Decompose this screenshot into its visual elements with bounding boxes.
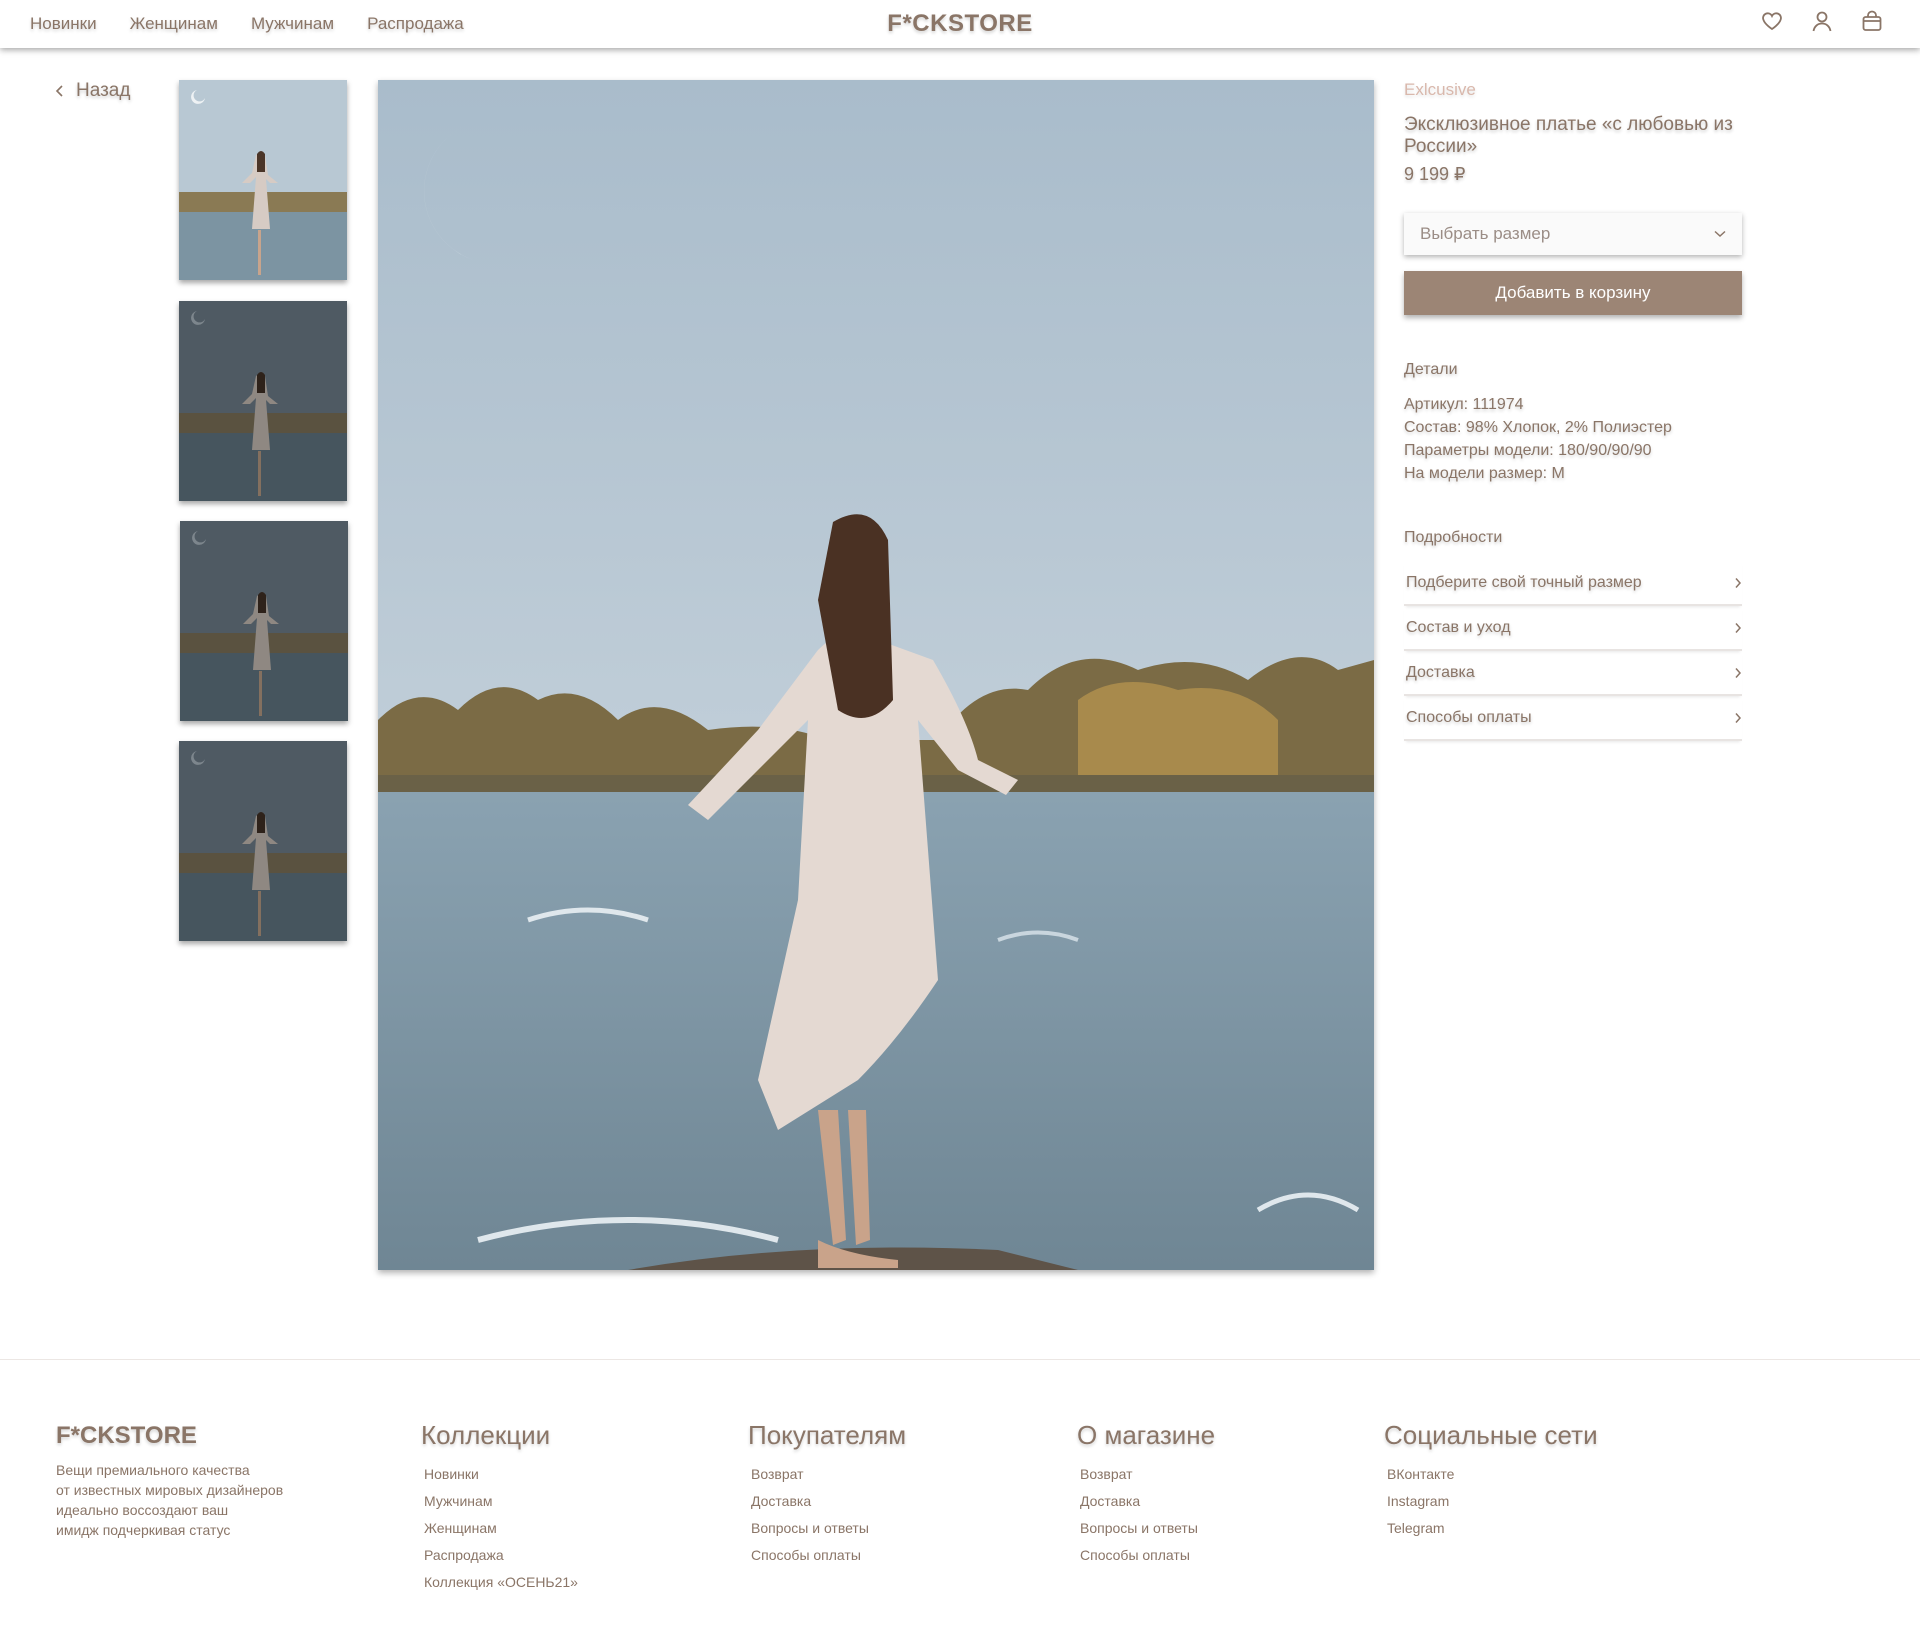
footer-col-title: Покупателям [748,1420,907,1450]
accordion-label: Подберите свой точный размер [1406,573,1642,591]
footer-col-collections: Коллекции Новинки Мужчинам Женщинам Расп… [421,1420,578,1596]
user-icon[interactable] [1810,9,1834,33]
size-select[interactable]: Выбрать размер [1404,213,1742,255]
chevron-down-icon [1714,230,1726,238]
footer-link[interactable]: Распродажа [424,1542,578,1569]
product-thumbnail-image [180,521,348,721]
back-label: Назад [76,80,131,101]
footer-link[interactable]: Коллекция «ОСЕНЬ21» [424,1569,578,1596]
top-header: Новинки Женщинам Мужчинам Распродажа F*C… [0,0,1920,48]
product-thumbnail-image [179,80,347,280]
footer-link[interactable]: Вопросы и ответы [1080,1515,1215,1542]
product-price: 9 199 ₽ [1404,164,1466,184]
nav-sale[interactable]: Распродажа [367,14,464,34]
details-heading: Детали [1404,361,1458,378]
heart-icon[interactable] [1760,9,1784,33]
details-accordion: Подберите свой точный размер Состав и ух… [1404,561,1742,741]
footer-description: Вещи премиального качества от известных … [56,1460,283,1540]
main-product-image [378,80,1374,1270]
chevron-right-icon [1735,577,1742,588]
details-list: Артикул: 111974 Состав: 98% Хлопок, 2% П… [1404,393,1742,485]
nav-women[interactable]: Женщинам [130,14,218,34]
footer-link[interactable]: Доставка [751,1488,906,1515]
footer-col-social: Социальные сети ВКонтакте Instagram Tele… [1384,1420,1598,1542]
footer-link[interactable]: Женщинам [424,1515,578,1542]
footer-description-line: Вещи премиального качества [56,1462,250,1478]
footer-link[interactable]: Возврат [1080,1461,1215,1488]
footer-link[interactable]: Доставка [1080,1488,1215,1515]
thumbnail-2[interactable] [179,301,347,501]
product-thumbnail-image [179,301,347,501]
footer-col-customers: Покупателям Возврат Доставка Вопросы и о… [748,1420,906,1569]
add-to-cart-button[interactable]: Добавить в корзину [1404,271,1742,315]
footer-col-about: О магазине Возврат Доставка Вопросы и от… [1077,1420,1215,1569]
footer-description-line: от известных мировых дизайнеров [56,1482,284,1498]
footer-link-telegram[interactable]: Telegram [1387,1515,1598,1542]
thumbnail-1[interactable] [179,80,347,280]
accordion-label: Доставка [1406,663,1475,681]
footer-link[interactable]: Вопросы и ответы [751,1515,906,1542]
detail-composition: Состав: 98% Хлопок, 2% Полиэстер [1404,419,1672,436]
site-logo[interactable]: F*CKSTORE [887,10,1032,37]
nav-men[interactable]: Мужчинам [251,14,334,34]
header-icons [1760,9,1884,33]
chevron-right-icon [1735,712,1742,723]
accordion-label: Состав и уход [1406,618,1511,636]
footer-link[interactable]: Способы оплаты [751,1542,906,1569]
accordion-size-guide[interactable]: Подберите свой точный размер [1404,561,1742,606]
footer-description-line: идеально воссоздают ваш [56,1502,229,1518]
thumbnail-4[interactable] [179,741,347,941]
footer-col-title: О магазине [1077,1420,1216,1450]
accordion-delivery[interactable]: Доставка [1404,651,1742,696]
footer-link[interactable]: Мужчинам [424,1488,578,1515]
footer-logo[interactable]: F*CKSTORE [56,1422,283,1450]
chevron-left-icon [55,85,63,97]
accordion-label: Способы оплаты [1406,708,1532,726]
bag-icon[interactable] [1860,9,1884,33]
accordion-payment[interactable]: Способы оплаты [1404,696,1742,741]
footer-link[interactable]: Новинки [424,1461,578,1488]
product-photo [378,80,1374,1270]
size-select-placeholder: Выбрать размер [1420,224,1551,243]
nav-new[interactable]: Новинки [30,14,97,34]
accordion-care[interactable]: Состав и уход [1404,606,1742,651]
detail-model-size: На модели размер: M [1404,465,1565,482]
main-nav: Новинки Женщинам Мужчинам Распродажа [30,14,464,34]
footer-link[interactable]: Возврат [751,1461,906,1488]
footer-link-instagram[interactable]: Instagram [1387,1488,1598,1515]
footer-divider [0,1359,1920,1360]
footer-brand: F*CKSTORE Вещи премиального качества от … [56,1422,283,1540]
footer-col-title: Социальные сети [1384,1420,1598,1450]
product-thumbnail-image [179,741,347,941]
thumbnail-3[interactable] [180,521,348,721]
footer-link-vk[interactable]: ВКонтакте [1387,1461,1598,1488]
detail-sku: Артикул: 111974 [1404,396,1524,413]
footer-link[interactable]: Способы оплаты [1080,1542,1215,1569]
product-title: Эксклюзивное платье «с любовью из России… [1404,114,1733,157]
footer-col-title: Коллекции [421,1420,551,1450]
more-heading: Подробности [1404,529,1503,546]
chevron-right-icon [1735,667,1742,678]
footer-description-line: имидж подчеркивая статус [56,1522,231,1538]
back-link[interactable]: Назад [54,80,130,102]
chevron-right-icon [1735,622,1742,633]
product-info-panel: Exlcusive Эксклюзивное платье «с любовью… [1404,80,1742,741]
product-brand: Exlcusive [1404,80,1476,99]
detail-model-params: Параметры модели: 180/90/90/90 [1404,442,1652,459]
